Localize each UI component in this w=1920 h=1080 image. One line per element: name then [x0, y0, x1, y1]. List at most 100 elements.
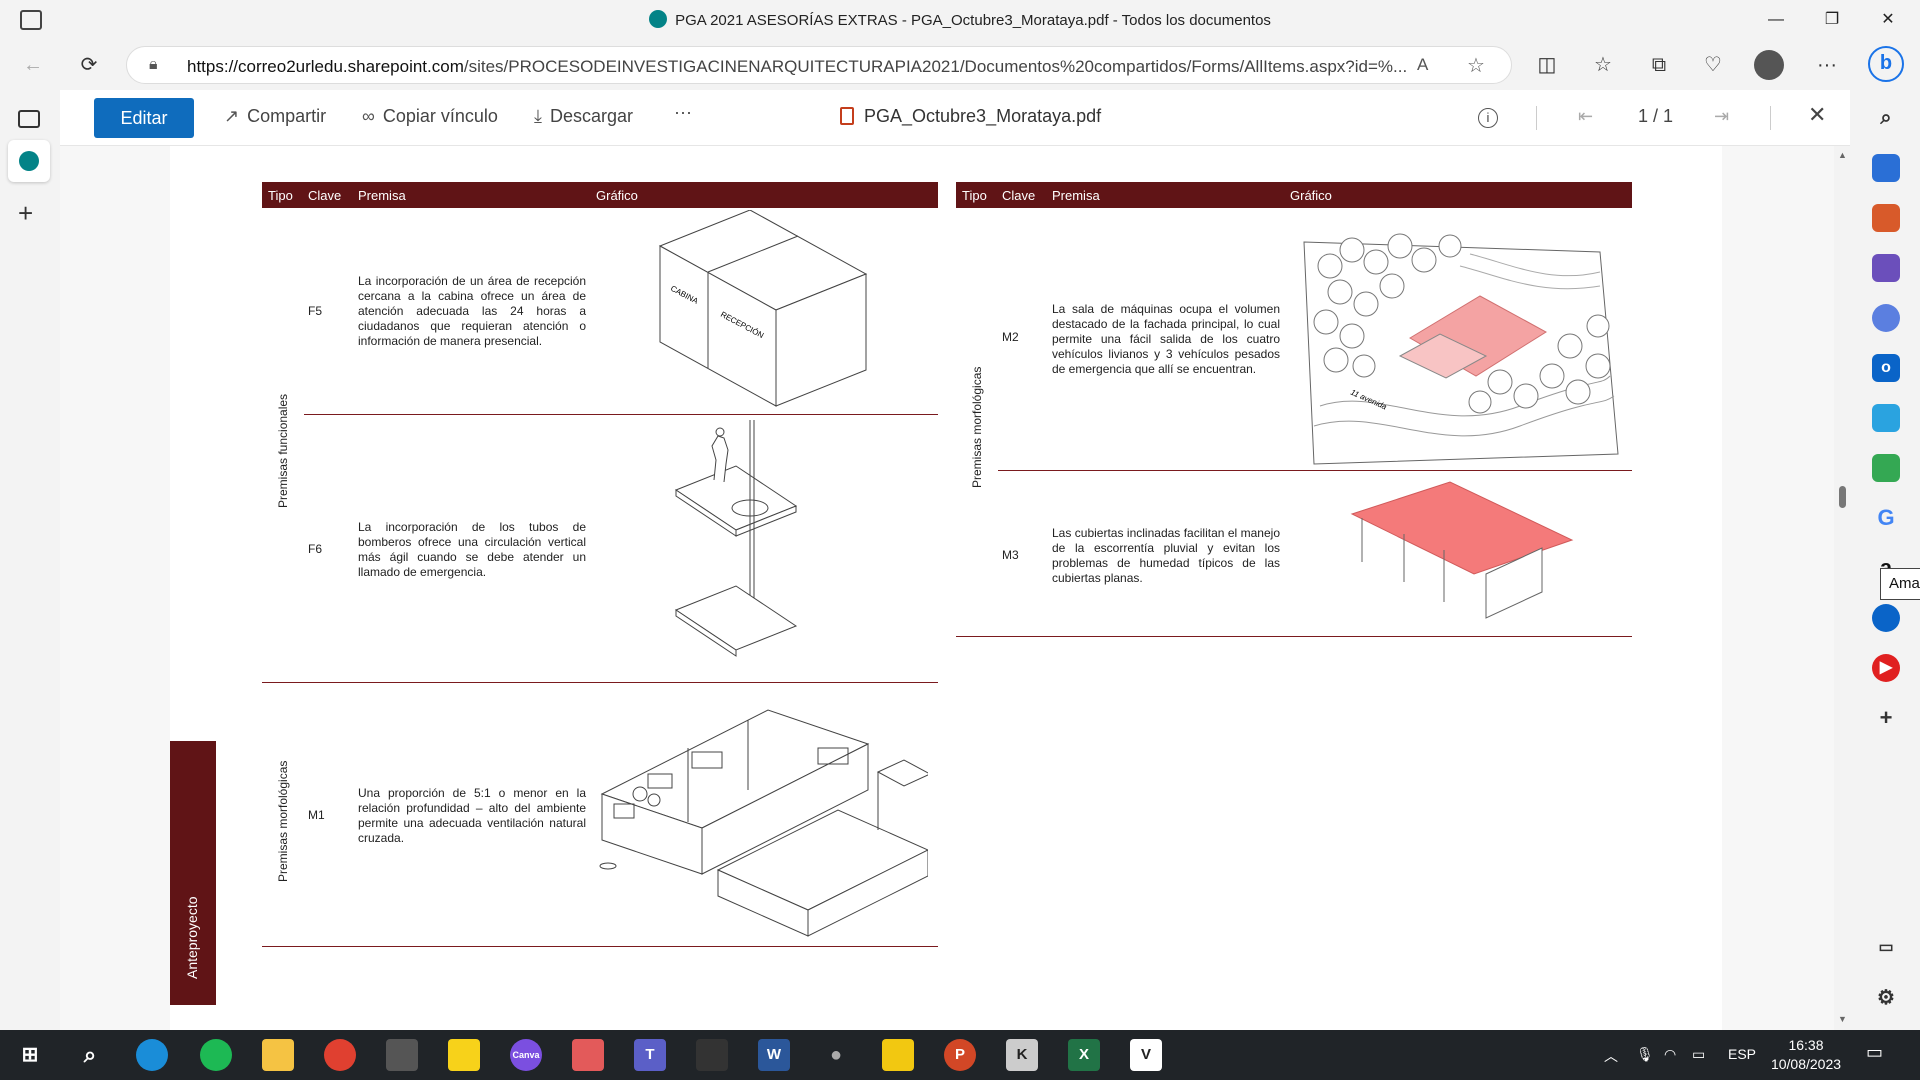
shopping-icon[interactable] — [1872, 154, 1900, 182]
paint-icon[interactable] — [572, 1039, 604, 1071]
download-button[interactable]: ⤓ Descargar — [534, 106, 633, 127]
url-host: https://correo2urledu.sharepoint.com — [187, 57, 464, 76]
microsoft365-icon[interactable] — [1872, 304, 1900, 332]
spotify-icon[interactable] — [200, 1039, 232, 1071]
more-menu-icon[interactable]: ··· — [1812, 50, 1842, 80]
window-title: PGA 2021 ASESORÍAS EXTRAS - PGA_Octubre3… — [0, 10, 1920, 29]
word-icon[interactable]: W — [758, 1039, 790, 1071]
canva-icon[interactable]: Canva — [510, 1039, 542, 1071]
pdf-canvas: Anteproyecto Tipo Clave Premisa Gráfico … — [60, 146, 1850, 1030]
vertical-scrollbar[interactable]: ▲ ▼ — [1834, 146, 1850, 1030]
tools-icon[interactable] — [1872, 204, 1900, 232]
new-tab-icon[interactable]: + — [18, 198, 33, 229]
share-button[interactable]: ↗ Compartir — [224, 106, 326, 127]
google-icon[interactable]: G — [1872, 504, 1900, 532]
copy-link-button[interactable]: ∞ Copiar vínculo — [362, 106, 498, 127]
clave-m1: M1 — [308, 808, 325, 822]
sticky-notes-icon[interactable] — [448, 1039, 480, 1071]
search-icon[interactable]: ⌕ — [74, 1039, 106, 1071]
left-table-header: Tipo Clave Premisa Gráfico — [262, 182, 938, 208]
youtube-icon[interactable]: ▶ — [1872, 654, 1900, 682]
lock-icon[interactable]: 🔒︎ — [149, 56, 158, 74]
power-bi-icon[interactable] — [882, 1039, 914, 1071]
google-drive-icon[interactable] — [1872, 454, 1900, 482]
language-indicator[interactable]: ESP — [1728, 1046, 1756, 1062]
sketchup-icon[interactable]: K — [1006, 1039, 1038, 1071]
tab-panel-icon[interactable] — [18, 110, 40, 128]
read-aloud-icon[interactable]: A — [1417, 55, 1428, 75]
favorites-icon[interactable]: ☆ — [1588, 50, 1618, 80]
pdf-viewer-toolbar: Editar ↗ Compartir ∞ Copiar vínculo ⤓ Desca… — [60, 90, 1850, 146]
split-screen-icon[interactable]: ◫ — [1532, 50, 1562, 80]
calculator-icon[interactable] — [386, 1039, 418, 1071]
restore-icon[interactable]: ❐ — [1812, 6, 1852, 34]
bing-copilot-icon[interactable]: b — [1868, 46, 1904, 82]
browser-essentials-icon[interactable]: ♡ — [1698, 50, 1728, 80]
last-page-icon[interactable]: ⇥ — [1714, 106, 1729, 127]
wifi-icon[interactable]: ◠ — [1664, 1046, 1676, 1063]
divider — [1770, 106, 1771, 130]
profile-avatar[interactable] — [1754, 50, 1784, 80]
row-divider — [262, 946, 938, 947]
games-icon[interactable] — [1872, 254, 1900, 282]
notifications-icon[interactable]: ▭ — [1866, 1042, 1883, 1063]
header-tipo: Tipo — [268, 188, 293, 203]
teams-icon[interactable]: T — [634, 1039, 666, 1071]
windows-taskbar: ⊞ ⌕ Canva T W ● P K X V ︿ 🎙︎ ◠ ▭ ESP 16:… — [0, 1030, 1920, 1080]
close-icon[interactable]: ✕ — [1868, 6, 1908, 34]
clave-m2: M2 — [1002, 330, 1019, 344]
edge-icon[interactable] — [136, 1039, 168, 1071]
premisa-m2: La sala de máquinas ocupa el volumen des… — [1052, 302, 1280, 376]
sidebar-layout-icon[interactable]: ▭ — [1872, 934, 1900, 962]
chrome-icon[interactable] — [324, 1039, 356, 1071]
info-icon[interactable]: i — [1478, 108, 1498, 128]
more-actions-button[interactable]: ··· — [674, 102, 692, 123]
header-premisa: Premisa — [1052, 188, 1100, 203]
url-text[interactable]: https://correo2urledu.sharepoint.com/sit… — [187, 57, 1437, 77]
settings-gear-icon[interactable]: ⚙ — [1872, 984, 1900, 1012]
graphic-site-plan: 11 avenida — [1303, 233, 1619, 465]
collections-icon[interactable]: ⧉ — [1644, 50, 1674, 80]
add-sidebar-item-icon[interactable]: + — [1872, 704, 1900, 732]
send-icon[interactable] — [1872, 404, 1900, 432]
vertical-tabs: + — [0, 90, 60, 1030]
row-divider — [998, 470, 1632, 471]
refresh-icon[interactable]: ⟳ — [74, 50, 104, 80]
group-label-funcionales: Premisas funcionales — [276, 393, 290, 508]
vectorworks-icon[interactable]: V — [1130, 1039, 1162, 1071]
right-table-header: Tipo Clave Premisa Gráfico — [956, 182, 1632, 208]
onedrive-icon[interactable] — [1872, 604, 1900, 632]
clock[interactable]: 16:38 10/08/2023 — [1770, 1036, 1842, 1074]
document-title: PGA_Octubre3_Morataya.pdf — [840, 106, 1101, 127]
scroll-up-icon[interactable]: ▲ — [1838, 150, 1847, 160]
edit-button[interactable]: Editar — [94, 98, 194, 138]
outlook-icon[interactable]: o — [1872, 354, 1900, 382]
minimize-icon[interactable]: — — [1756, 6, 1796, 34]
close-viewer-icon[interactable]: ✕ — [1808, 102, 1826, 128]
search-icon[interactable]: ⌕ — [1872, 104, 1900, 132]
scroll-thumb[interactable] — [1839, 486, 1846, 508]
show-hidden-icons[interactable]: ︿ — [1604, 1046, 1618, 1066]
header-grafico: Gráfico — [596, 188, 638, 203]
address-bar[interactable]: 🔒︎ https://correo2urledu.sharepoint.com/… — [126, 46, 1512, 84]
file-explorer-icon[interactable] — [262, 1039, 294, 1071]
battery-icon[interactable]: ▭ — [1692, 1046, 1705, 1063]
graphic-inclined-roof — [1350, 481, 1574, 619]
start-icon[interactable]: ⊞ — [14, 1039, 46, 1071]
premisa-m3: Las cubiertas inclinadas facilitan el ma… — [1052, 526, 1280, 585]
apple-icon[interactable]: ● — [820, 1039, 852, 1071]
url-path: /sites/PROCESODEINVESTIGACINENARQUITECTU… — [463, 57, 1408, 76]
first-page-icon[interactable]: ⇤ — [1578, 106, 1593, 127]
tab-sharepoint[interactable] — [8, 140, 50, 182]
microphone-icon[interactable]: 🎙︎ — [1636, 1046, 1654, 1063]
favorite-star-icon[interactable]: ☆ — [1467, 53, 1485, 78]
back-icon[interactable]: ← — [18, 50, 48, 80]
powerpoint-icon[interactable]: P — [944, 1039, 976, 1071]
notepad-icon[interactable] — [696, 1039, 728, 1071]
sharepoint-icon — [19, 151, 39, 171]
scroll-down-icon[interactable]: ▼ — [1838, 1014, 1847, 1024]
share-icon: ↗ — [224, 106, 240, 126]
excel-icon[interactable]: X — [1068, 1039, 1100, 1071]
premisa-m1: Una proporción de 5:1 o menor en la rela… — [358, 786, 586, 845]
link-icon: ∞ — [362, 106, 375, 126]
